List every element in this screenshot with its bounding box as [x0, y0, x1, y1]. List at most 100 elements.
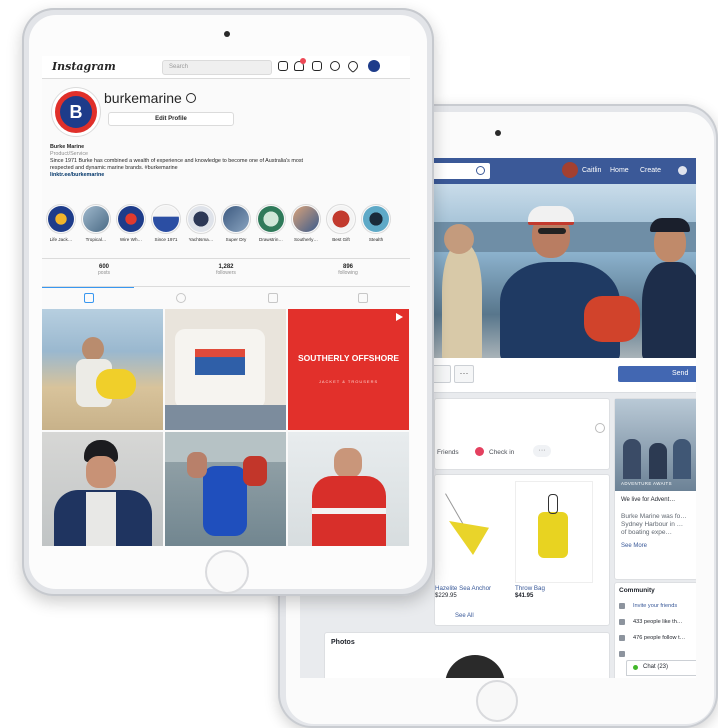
igtv-tab-icon[interactable] [176, 293, 186, 303]
active-tab-indicator [42, 287, 134, 288]
product-image-sea-anchor[interactable] [435, 481, 511, 581]
like-button[interactable] [434, 365, 451, 383]
post-thumbnail[interactable] [165, 309, 286, 430]
new-post-icon[interactable] [312, 61, 322, 71]
highlight[interactable]: Best Gift [326, 204, 356, 242]
see-more-link[interactable]: See More [621, 543, 647, 549]
invite-friends-link[interactable]: Invite your friends [633, 603, 677, 609]
highlight[interactable]: Stealth [361, 204, 391, 242]
highlight[interactable]: Wire Wh… [116, 204, 146, 242]
post-thumbnail[interactable]: SOUTHERLY OFFSHORE JACKET & TROUSERS [288, 309, 409, 430]
front-tablet-camera [224, 31, 230, 37]
page-action-bar: ··· Send [434, 358, 696, 393]
followers-label: followers [216, 270, 236, 276]
post-bg [165, 432, 286, 462]
highlight-label: Wire Wh… [119, 237, 143, 242]
following-stat[interactable]: 896 following [300, 264, 396, 276]
user-name-link[interactable]: Caitlin [582, 167, 601, 174]
bio-link[interactable]: linktr.ee/burkemarine [50, 172, 402, 179]
sunglasses-icon [538, 228, 566, 234]
likes-count: 433 people like th… [633, 619, 683, 625]
like-icon [619, 619, 625, 625]
yellow-bag [96, 369, 136, 399]
tagged-tab-icon[interactable] [358, 293, 368, 303]
explore-icon[interactable] [330, 61, 340, 71]
bio-name: Burke Marine [50, 144, 85, 150]
post-thumbnail[interactable] [42, 432, 163, 546]
product-name[interactable]: Hazelite Sea Anchor [435, 585, 491, 592]
about-line: of boating expe… [621, 529, 672, 536]
photos-title: Photos [331, 639, 355, 646]
about-photo-caption: ADVENTURE AWAITS [621, 481, 672, 486]
instagram-screen: Instagram Search B burkemarine Edit Prof… [42, 56, 410, 546]
bio-text: respected and dynamic marine brands. #bu… [50, 165, 178, 171]
see-all-link[interactable]: See All [455, 613, 474, 619]
throw-bag-handle [548, 494, 558, 514]
person-right [642, 262, 696, 358]
highlight[interactable]: Since 1971 [151, 204, 181, 242]
composer-card: Friends Check in ··· [434, 398, 610, 470]
tag-friends-button[interactable]: Friends [437, 449, 459, 456]
saved-tab-icon[interactable] [268, 293, 278, 303]
online-dot [633, 665, 638, 670]
cover-photo [434, 184, 696, 358]
posts-label: posts [98, 270, 110, 276]
jacket-panel [86, 492, 116, 546]
home-link[interactable]: Home [610, 167, 629, 174]
front-tablet-home-button[interactable] [205, 550, 249, 594]
follows-count: 476 people follow t… [633, 635, 686, 641]
send-message-button[interactable]: Send [618, 366, 696, 382]
following-label: following [338, 270, 358, 276]
highlight-label: Stealth [368, 237, 384, 242]
user-avatar[interactable] [562, 162, 578, 178]
friends-icon[interactable] [678, 166, 687, 175]
settings-icon[interactable] [595, 423, 605, 433]
chat-bar[interactable]: Chat (23) [626, 660, 696, 676]
post-thumbnail[interactable] [42, 309, 163, 430]
followers-stat[interactable]: 1,282 followers [178, 264, 274, 276]
checkin-button[interactable]: Check in [489, 449, 514, 456]
about-person [623, 439, 641, 479]
back-tablet-home-button[interactable] [476, 680, 518, 722]
red-bag [584, 296, 640, 342]
instagram-search-input[interactable]: Search [162, 60, 272, 75]
highlight-label: Life Jack… [49, 237, 73, 242]
blue-drybag [203, 466, 247, 536]
about-line: Burke Marine was fo… [621, 513, 687, 520]
photo-thumbnail[interactable] [445, 655, 505, 678]
video-icon [396, 313, 403, 321]
highlight-label: Yachtsma… [188, 237, 214, 242]
post-thumbnail[interactable] [165, 432, 286, 546]
highlight-label: Southerly… [293, 237, 318, 242]
profile-username: burkemarine [104, 90, 182, 106]
highlight[interactable]: Drawstrin… [256, 204, 286, 242]
options-icon[interactable] [186, 93, 196, 103]
highlight[interactable]: Super Dry [221, 204, 251, 242]
highlight-label: Best Gift [332, 237, 350, 242]
highlight-label: Since 1971 [154, 237, 178, 242]
heart-icon[interactable] [345, 58, 361, 74]
profile-avatar-icon[interactable] [368, 60, 380, 72]
composer-more-button[interactable]: ··· [533, 445, 551, 457]
bio-category: Product/Service [50, 151, 89, 157]
edit-profile-button[interactable]: Edit Profile [108, 112, 234, 126]
cap-icon [528, 206, 574, 225]
product-name[interactable]: Throw Bag [515, 585, 545, 592]
search-icon[interactable] [476, 166, 485, 175]
profile-avatar[interactable]: B [52, 88, 100, 136]
follow-icon [619, 635, 625, 641]
grid-tab-icon[interactable] [84, 293, 94, 303]
post-thumbnail[interactable] [288, 432, 409, 546]
instagram-logo[interactable]: Instagram [52, 60, 116, 73]
highlight[interactable]: Life Jack… [46, 204, 76, 242]
highlight[interactable]: Tropical… [81, 204, 111, 242]
highlight[interactable]: Yachtsma… [186, 204, 216, 242]
home-icon[interactable] [278, 61, 288, 71]
shop-card: Hazelite Sea Anchor $229.95 Throw Bag $4… [434, 474, 610, 626]
create-link[interactable]: Create [640, 167, 661, 174]
more-button[interactable]: ··· [454, 365, 474, 383]
highlight-label: Tropical… [85, 237, 107, 242]
product-image-throw-bag[interactable] [515, 481, 593, 583]
back-tablet-camera [495, 130, 501, 136]
highlight[interactable]: Southerly… [291, 204, 321, 242]
